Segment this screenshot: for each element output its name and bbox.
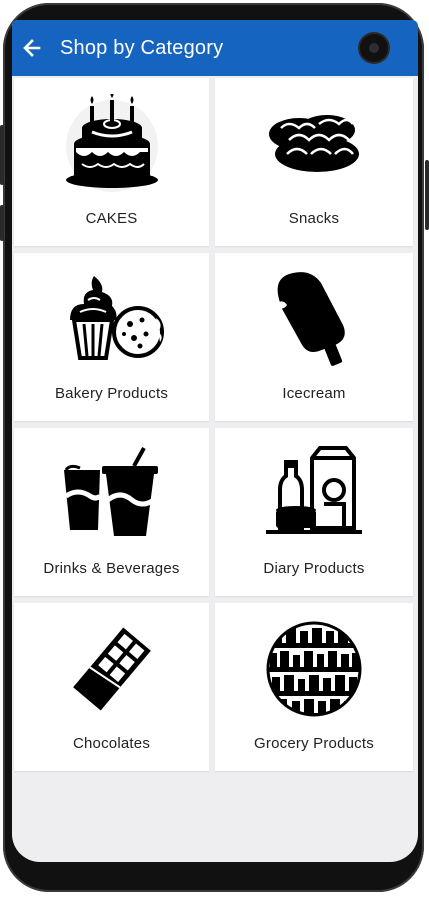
ice-cream-bar-icon [259, 269, 369, 369]
category-card-chocolates[interactable]: Chocolates [14, 603, 209, 771]
app-bar: Shop by Category [12, 20, 418, 76]
drinks-icon [57, 444, 167, 544]
cake-icon [57, 94, 167, 194]
back-button[interactable] [12, 20, 52, 76]
category-card-cakes[interactable]: CAKES [14, 78, 209, 246]
category-card-diary-products[interactable]: Diary Products [215, 428, 413, 596]
category-label: Icecream [282, 385, 346, 402]
bread-icon [259, 94, 369, 194]
category-grid: CAKES Snacks Bakery Products Icecream Dr… [14, 78, 416, 771]
cupcake-cookie-icon [57, 269, 167, 369]
screen: Shop by Category CAKES Snacks Bakery Pro… [12, 20, 418, 862]
page-title: Shop by Category [60, 36, 224, 59]
front-camera [360, 34, 388, 62]
category-label: Drinks & Beverages [43, 560, 180, 577]
category-label: Bakery Products [54, 385, 169, 402]
volume-button [0, 125, 4, 185]
category-label: CAKES [85, 210, 138, 227]
category-card-snacks[interactable]: Snacks [215, 78, 413, 246]
category-label: Chocolates [72, 735, 151, 752]
dairy-icon [259, 444, 369, 544]
chocolate-bar-icon [57, 619, 167, 719]
category-card-icecream[interactable]: Icecream [215, 253, 413, 421]
category-label: Snacks [288, 210, 340, 227]
arrow-left-icon [23, 39, 41, 57]
grocery-shelf-icon [259, 619, 369, 719]
power-button [425, 160, 429, 230]
category-card-drinks-beverages[interactable]: Drinks & Beverages [14, 428, 209, 596]
bixby-button [0, 205, 4, 241]
phone-frame: Shop by Category CAKES Snacks Bakery Pro… [0, 0, 429, 900]
category-label: Grocery Products [254, 735, 374, 752]
category-label: Diary Products [263, 560, 365, 577]
category-card-grocery-products[interactable]: Grocery Products [215, 603, 413, 771]
category-card-bakery-products[interactable]: Bakery Products [14, 253, 209, 421]
